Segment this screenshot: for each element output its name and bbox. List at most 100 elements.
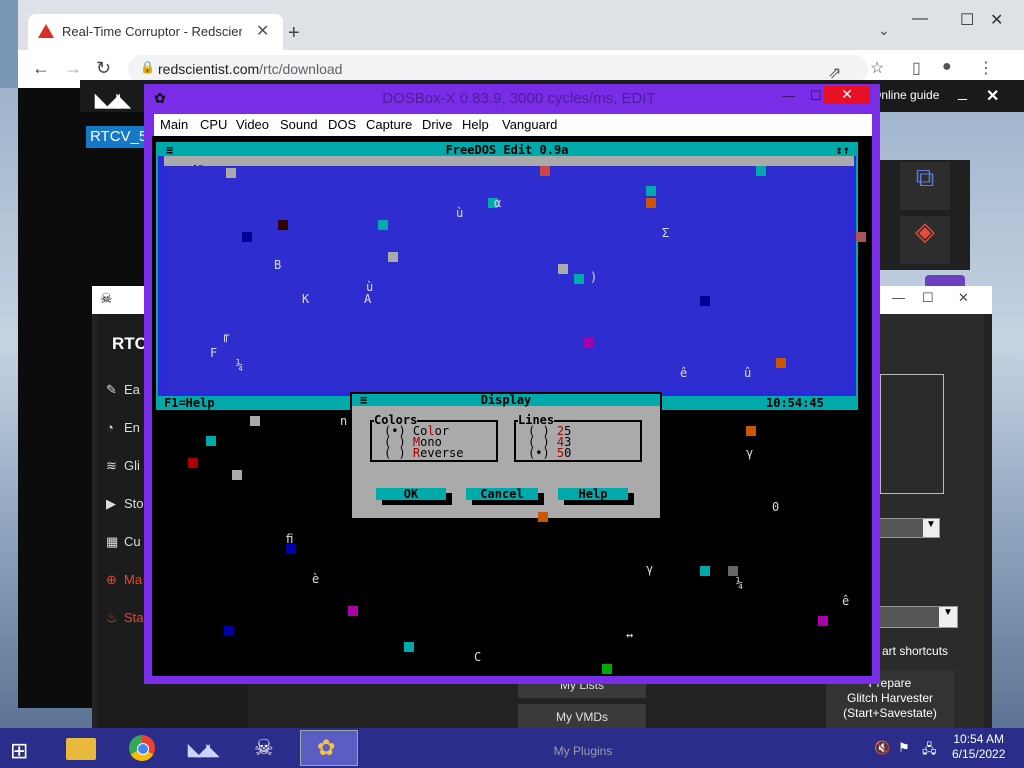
profile-icon[interactable]: ● — [942, 58, 952, 76]
taskbar-rtcv[interactable]: ◣◢◣ — [176, 730, 234, 766]
corruption-block — [584, 338, 594, 348]
corruption-glyph: γ — [646, 562, 654, 576]
online-guide-link[interactable]: Online guide — [872, 88, 952, 108]
flag-icon[interactable]: ⚑ — [898, 740, 910, 756]
corruption-glyph: B — [274, 258, 282, 272]
rtcv-version-badge: RTCV_5 — [86, 126, 144, 148]
back-icon[interactable]: ← — [32, 58, 50, 79]
skull-icon: ☠ — [254, 735, 274, 760]
taskbar-file-explorer[interactable] — [52, 730, 110, 766]
crosshair-icon: ⊕ — [106, 572, 117, 587]
my-plugins-button[interactable]: My Plugins — [518, 738, 648, 764]
corruption-block — [232, 470, 242, 480]
taskbar-chrome[interactable] — [114, 730, 172, 766]
corruption-glyph: ↔ — [626, 628, 634, 642]
edit-resize-icon[interactable]: ↕↑ — [836, 144, 850, 156]
dosbox-maximize-button[interactable]: ☐ — [810, 88, 822, 104]
menu-dos[interactable]: DOS — [328, 117, 356, 132]
menu-help[interactable]: Help — [462, 117, 489, 132]
corruption-block — [574, 274, 584, 284]
rtc-dropdown[interactable]: ▼ — [878, 518, 940, 538]
start-shortcuts-label: art shortcuts — [882, 644, 949, 658]
new-tab-button[interactable]: + — [288, 22, 300, 45]
rtc-minimize-button[interactable]: — — [892, 290, 905, 305]
glitch-harvester-icon[interactable]: ⧉ — [900, 162, 950, 210]
tab-title: Real-Time Corruptor - Redscienti — [62, 24, 242, 39]
menu-vanguard[interactable]: Vanguard — [502, 117, 557, 132]
chevron-down-icon: ▼ — [939, 607, 957, 627]
corruption-block — [278, 220, 288, 230]
close-button[interactable]: ✕ — [990, 10, 1003, 30]
corruption-block — [538, 512, 548, 522]
menu-video[interactable]: Video — [236, 117, 269, 132]
edit-text-area[interactable]: ù α Σ B ù ) K A ╓ F ¼ ê û — [166, 166, 866, 392]
taskbar-dosbox[interactable]: ✿ — [300, 730, 358, 766]
rtc-dropdown-2[interactable]: ▼ — [878, 606, 958, 628]
sidebar-item-start[interactable]: ♨ Sta — [106, 610, 144, 626]
tab-close-icon[interactable]: ✕ — [256, 21, 269, 41]
corruption-glyph: α — [494, 196, 502, 210]
edit-document-area[interactable]: ≡ FreeDOS Edit 0.9a ↕↑ File Edit Search … — [156, 142, 866, 410]
maximize-button[interactable]: ☐ — [960, 10, 974, 30]
forward-icon[interactable]: → — [64, 58, 82, 79]
dialog-title: Display — [480, 393, 532, 407]
menu-main[interactable]: Main — [160, 117, 188, 132]
address-bar[interactable]: 🔒 redscientist.com/rtc/download ⇗ — [128, 55, 868, 83]
rtcv-close-button[interactable]: ✕ — [986, 86, 999, 106]
my-vmds-button[interactable]: My VMDs — [518, 704, 646, 730]
sidebar-item-engine[interactable]: ◔ En — [106, 420, 140, 435]
bookmark-star-icon[interactable]: ☆ — [870, 58, 884, 78]
corruption-block — [646, 186, 656, 196]
taskbar-clock[interactable]: 10:54 AM 6/15/2022 — [952, 732, 1005, 762]
help-button[interactable]: Help — [558, 488, 628, 500]
sidebar-item-stockpile[interactable]: ▶ Sto — [106, 496, 144, 512]
corruption-block — [700, 566, 710, 576]
dosbox-titlebar: ✿ DOSBox-X 0.83.9, 3000 cycles/ms, EDIT … — [144, 84, 880, 114]
corruption-glyph: è — [312, 572, 320, 586]
corruption-block — [818, 616, 828, 626]
dosbox-close-button[interactable]: ✕ — [824, 86, 870, 104]
lock-icon[interactable]: 🔒 — [140, 60, 155, 74]
rtcv-right-panel: ⧉ ◈ — [880, 160, 970, 270]
corruption-block — [404, 642, 414, 652]
menu-kebab-icon[interactable]: ⋮ — [978, 58, 994, 78]
dialog-system-menu-icon[interactable]: ≡ — [360, 394, 367, 406]
browser-tab[interactable]: Real-Time Corruptor - Redscienti ✕ — [28, 14, 283, 50]
menu-drive[interactable]: Drive — [422, 117, 452, 132]
reload-icon[interactable]: ↻ — [96, 58, 111, 79]
layers-icon: ≋ — [106, 458, 117, 473]
cancel-button[interactable]: Cancel — [466, 488, 538, 500]
menu-sound[interactable]: Sound — [280, 117, 318, 132]
taskbar: ⊞ ◣◢◣ ☠ ✿ 🔇 ⚑ 🖧 10:54 AM 6/15/2022 — [0, 728, 1024, 768]
start-windows-icon[interactable]: ⊞ — [10, 738, 28, 764]
network-icon[interactable]: 🖧 — [922, 740, 937, 762]
edit-titlebar: ≡ FreeDOS Edit 0.9a ↕↑ — [158, 144, 856, 156]
sidebar-item-custom[interactable]: ▦ Cu — [106, 534, 141, 550]
ok-button[interactable]: OK — [376, 488, 446, 500]
corruption-block — [224, 626, 234, 636]
display-dialog: ≡ Display Colors (•) Color ( ) Mono ( ) … — [350, 392, 662, 520]
sidebar-item-manual[interactable]: ⊕ Ma — [106, 572, 142, 588]
edit-system-menu-icon[interactable]: ≡ — [166, 144, 173, 156]
menu-cpu[interactable]: CPU — [200, 117, 227, 132]
dos-screen[interactable]: ≡ FreeDOS Edit 0.9a ↕↑ File Edit Search … — [152, 136, 872, 676]
radio-reverse[interactable]: ( ) Reverse — [384, 447, 464, 459]
rtc-maximize-button[interactable]: ☐ — [922, 290, 934, 306]
corruption-block — [728, 566, 738, 576]
cheat-engine-icon[interactable]: ◈ — [900, 216, 950, 264]
radio-lines-50[interactable]: (•) 50 — [528, 447, 571, 459]
tab-search-icon[interactable]: ⌄ — [878, 22, 890, 39]
side-panel-icon[interactable]: ▯ — [912, 58, 921, 78]
corruption-glyph: ê — [842, 594, 850, 608]
dosbox-minimize-button[interactable]: — — [782, 88, 795, 103]
rtcv-minimize-button[interactable]: _ — [958, 84, 967, 102]
minimize-button[interactable]: — — [912, 10, 928, 28]
menu-capture[interactable]: Capture — [366, 117, 412, 132]
corruption-block — [776, 358, 786, 368]
rtc-close-button[interactable]: ✕ — [958, 290, 969, 306]
taskbar-rtc[interactable]: ☠ — [238, 730, 296, 766]
sidebar-item-glitch[interactable]: ≋ Gli — [106, 458, 140, 474]
volume-muted-icon[interactable]: 🔇 — [874, 740, 890, 756]
corruption-block — [242, 232, 252, 242]
sidebar-item-easy[interactable]: ✎ Ea — [106, 382, 140, 398]
